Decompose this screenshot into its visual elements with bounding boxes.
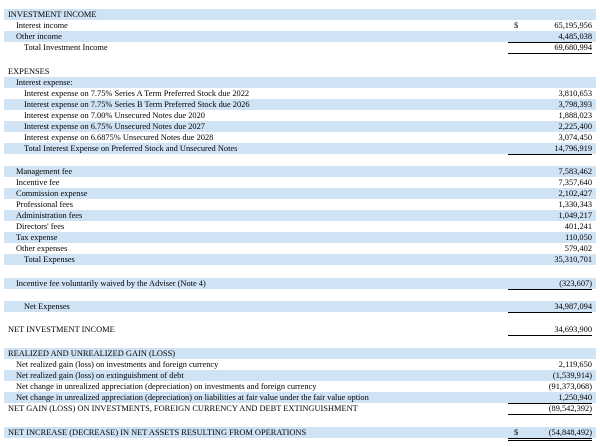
statement-row: Net realized gain (loss) on extinguishme… <box>4 370 596 381</box>
row-label: Other income <box>16 32 62 41</box>
statement-row: Net realized gain (loss) on investments … <box>4 359 596 370</box>
statement-row: Professional fees 1,330,343 <box>4 199 596 210</box>
row-value: 34,987,094 <box>508 301 592 313</box>
expenses-header-row: EXPENSES <box>4 66 596 77</box>
net-investment-income-row: NET INVESTMENT INCOME 34,693,900 <box>4 324 596 336</box>
row-value: 2,102,427 <box>558 189 593 198</box>
row-label: Net change in unrealized appreciation (d… <box>16 393 369 402</box>
row-value: (91,373,068) <box>548 382 592 391</box>
row-label: Interest expense on 7.75% Series B Term … <box>24 100 250 109</box>
row-label: Total Interest Expense on Preferred Stoc… <box>24 144 238 153</box>
row-value: 7,357,640 <box>558 178 593 187</box>
statement-row: Other expenses 579,402 <box>4 243 596 255</box>
investment-income-header-row: INVESTMENT INCOME <box>4 9 596 20</box>
row-value: (54,848,492) <box>508 427 592 441</box>
statement-row: Incentive fee 7,357,640 <box>4 177 596 188</box>
row-value: 1,330,343 <box>558 200 593 209</box>
row-value: 401,241 <box>564 222 592 231</box>
row-label: Commission expense <box>16 189 88 198</box>
row-value: 35,310,701 <box>554 255 592 264</box>
section-header: EXPENSES <box>8 67 50 76</box>
statement-row: Interest expense on 7.75% Series B Term … <box>4 99 596 110</box>
statement-row: Other income 4,485,038 <box>4 31 596 43</box>
row-label: NET INCREASE (DECREASE) IN NET ASSETS RE… <box>8 428 307 437</box>
row-label: Interest expense on 6.6875% Unsecured No… <box>24 133 214 142</box>
statement-row: Management fee 7,583,462 <box>4 166 596 177</box>
total-row: NET GAIN (LOSS) ON INVESTMENTS, FOREIGN … <box>4 403 596 415</box>
row-label: Management fee <box>16 167 73 176</box>
row-label: Professional fees <box>16 200 73 209</box>
row-value: (1,539,914) <box>552 371 592 380</box>
row-value: 34,693,900 <box>508 324 592 336</box>
statement-row: Interest expense on 7.75% Series A Term … <box>4 88 596 99</box>
row-label: Incentive fee voluntarily waived by the … <box>16 279 206 288</box>
row-label: Interest expense on 7.75% Series A Term … <box>24 89 250 98</box>
statement-row: Administration fees 1,049,217 <box>4 210 596 221</box>
row-label: Interest expense: <box>16 78 73 87</box>
total-row: Total Investment Income 69,680,994 <box>4 42 596 54</box>
row-label: Incentive fee <box>16 178 60 187</box>
statement-of-operations: { "investment_income": { "header": "INVE… <box>0 0 600 447</box>
row-value: 3,810,653 <box>558 89 593 98</box>
row-label: Tax expense <box>16 233 58 242</box>
row-value: 1,049,217 <box>558 211 593 220</box>
row-label: Net change in unrealized appreciation (d… <box>16 382 317 391</box>
row-label: Interest expense on 6.75% Unsecured Note… <box>24 122 205 131</box>
row-label: Administration fees <box>16 211 83 220</box>
statement-row: Net change in unrealized appreciation (d… <box>4 381 596 392</box>
row-label: Interest expense on 7.00% Unsecured Note… <box>24 111 205 120</box>
row-label: Total Expenses <box>24 255 75 264</box>
row-label: Net Expenses <box>24 302 70 311</box>
row-label: Total Investment Income <box>24 43 108 52</box>
row-value: (323,607) <box>508 278 592 290</box>
statement-row: Directors' fees 401,241 <box>4 221 596 232</box>
row-label: NET GAIN (LOSS) ON INVESTMENTS, FOREIGN … <box>8 404 358 413</box>
total-row: Total Expenses 35,310,701 <box>4 254 596 265</box>
row-label: Net realized gain (loss) on investments … <box>16 360 219 369</box>
section-header: INVESTMENT INCOME <box>8 10 97 19</box>
statement-row: Incentive fee voluntarily waived by the … <box>4 278 596 290</box>
row-value: 2,225,400 <box>558 122 593 131</box>
statement-row: Interest income $ 65,195,956 <box>4 20 596 31</box>
statement-row: Commission expense 2,102,427 <box>4 188 596 199</box>
row-label: Other expenses <box>16 244 68 253</box>
row-label: NET INVESTMENT INCOME <box>8 325 115 334</box>
row-label: Interest income <box>16 21 68 30</box>
row-value: 2,119,650 <box>558 360 592 369</box>
row-value: 1,888,023 <box>558 111 593 120</box>
statement-row: Interest expense on 6.6875% Unsecured No… <box>4 132 596 144</box>
statement-row: Interest expense: <box>4 77 596 88</box>
total-row: Total Interest Expense on Preferred Stoc… <box>4 143 596 155</box>
section-header: REALIZED AND UNREALIZED GAIN (LOSS) <box>8 349 176 358</box>
statement-row: Interest expense on 6.75% Unsecured Note… <box>4 121 596 132</box>
row-value: 69,680,994 <box>508 42 592 54</box>
total-row: Net Expenses 34,987,094 <box>4 301 596 313</box>
statement-row: Interest expense on 7.00% Unsecured Note… <box>4 110 596 121</box>
row-value: 65,195,956 <box>554 21 592 30</box>
row-label: Directors' fees <box>16 222 65 231</box>
gains-header-row: REALIZED AND UNREALIZED GAIN (LOSS) <box>4 348 596 359</box>
row-value: 14,796,919 <box>508 143 592 155</box>
statement-row: Tax expense 110,050 <box>4 232 596 243</box>
row-label: Net realized gain (loss) on extinguishme… <box>16 371 184 380</box>
row-value: 3,798,393 <box>558 100 593 109</box>
row-value: 110,050 <box>565 233 592 242</box>
row-value: 7,583,462 <box>558 167 593 176</box>
row-value: (89,542,392) <box>508 403 592 415</box>
net-change-row: NET INCREASE (DECREASE) IN NET ASSETS RE… <box>4 427 596 441</box>
statement-row: Net change in unrealized appreciation (d… <box>4 392 596 404</box>
